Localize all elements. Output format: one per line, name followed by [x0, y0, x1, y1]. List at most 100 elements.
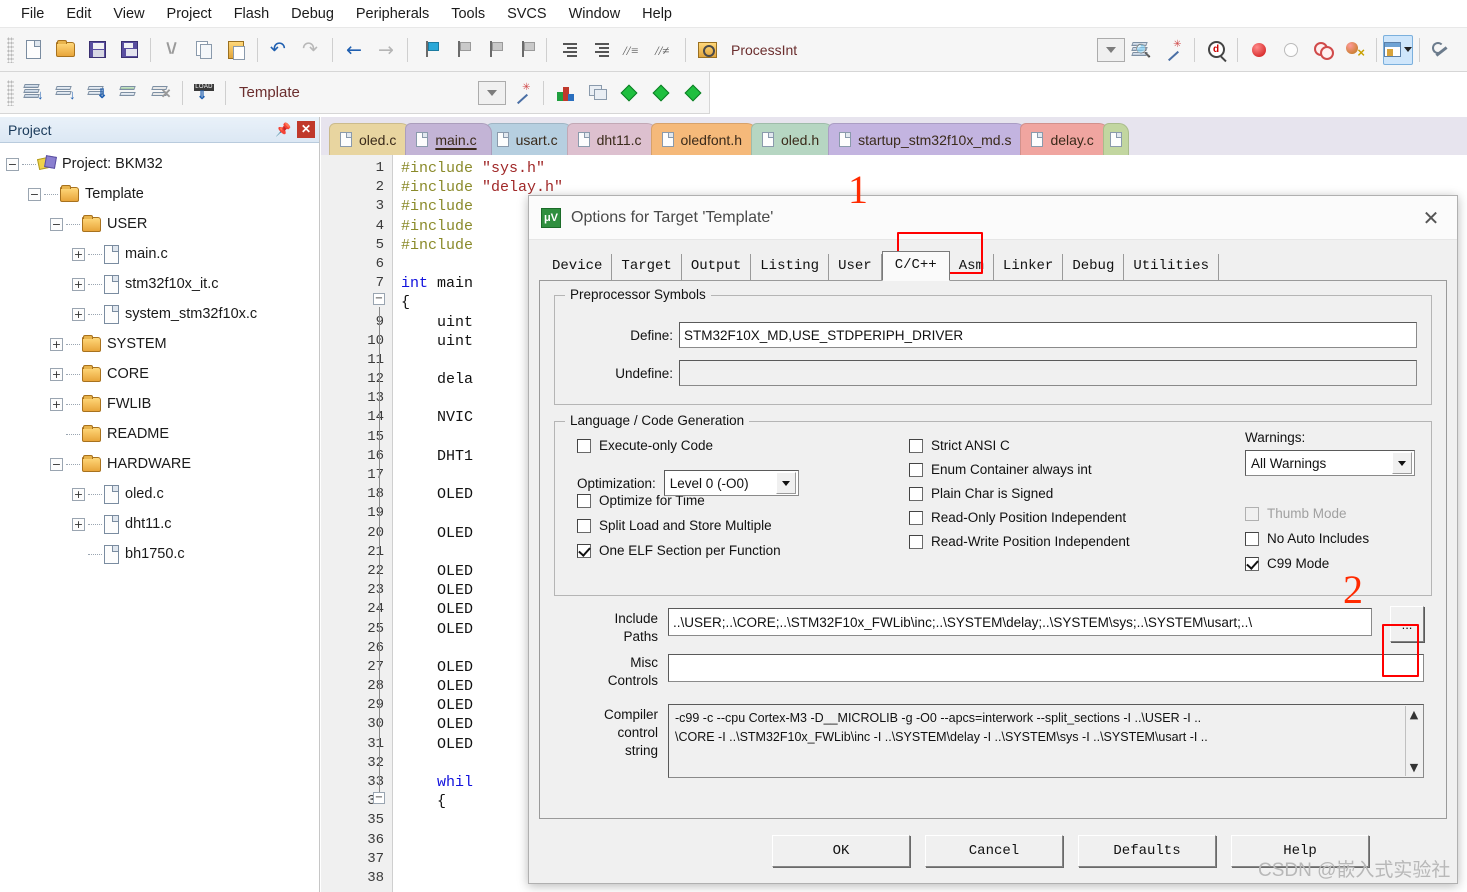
optimization-select[interactable]: Level 0 (-O0)	[663, 470, 799, 496]
checkbox-read-write-position-independent[interactable]: Read-Write Position Independent	[909, 534, 1219, 549]
define-input[interactable]: STM32F10X_MD,USE_STDPERIPH_DRIVER	[679, 322, 1417, 348]
editor-tab-oledfont-h[interactable]: oledfont.h	[650, 123, 757, 155]
dialog-tab-linker[interactable]: Linker	[993, 254, 1064, 280]
chevron-down-icon[interactable]	[775, 472, 796, 494]
options-wizard-icon[interactable]	[507, 78, 537, 108]
menu-item-window[interactable]: Window	[558, 3, 632, 25]
tree-item-system-stm32f10x-c[interactable]: + system_stm32f10x.c	[6, 299, 319, 329]
checkbox-no-auto-includes[interactable]: No Auto Includes	[1245, 531, 1445, 546]
open-project-icon[interactable]	[692, 35, 722, 65]
editor-tab-oled-c[interactable]: oled.c	[329, 123, 412, 155]
menu-item-project[interactable]: Project	[156, 3, 223, 25]
tree-item-template[interactable]: − Template	[6, 179, 319, 209]
checkbox-execute-only-code[interactable]: Execute-only Code	[577, 438, 867, 453]
menu-item-flash[interactable]: Flash	[223, 3, 280, 25]
cut-icon[interactable]	[157, 35, 187, 65]
fold-toggle[interactable]: −	[373, 792, 385, 804]
open-file-icon[interactable]	[50, 35, 80, 65]
copy-icon[interactable]	[189, 35, 219, 65]
zoom-icon[interactable]: d	[1201, 35, 1231, 65]
compiler-scrollbar[interactable]: ▲ ▼	[1405, 706, 1422, 776]
manage-runtime-icon[interactable]	[550, 78, 580, 108]
tree-item-main-c[interactable]: + main.c	[6, 239, 319, 269]
clear-bookmarks-icon[interactable]	[510, 35, 540, 65]
tree-item-readme[interactable]: README	[6, 419, 319, 449]
insert-bookmark-icon[interactable]	[1158, 35, 1188, 65]
outdent-icon[interactable]	[585, 35, 615, 65]
batch-build-icon[interactable]	[114, 78, 144, 108]
save-icon[interactable]	[82, 35, 112, 65]
menu-item-file[interactable]: File	[10, 3, 55, 25]
include-paths-input[interactable]: ..\USER;..\CORE;..\STM32F10x_FWLib\inc;.…	[668, 608, 1372, 636]
toolbar-grip[interactable]	[7, 79, 14, 106]
multi-project-icon[interactable]	[582, 78, 612, 108]
tree-expander[interactable]: +	[72, 487, 85, 501]
checkbox-strict-ansi-c[interactable]: Strict ANSI C	[909, 438, 1219, 453]
editor-tab-delay-c[interactable]: delay.c	[1020, 123, 1109, 155]
tree-expander[interactable]: +	[72, 277, 85, 291]
target-combo[interactable]	[478, 80, 506, 105]
tree-item-oled-c[interactable]: + oled.c	[6, 479, 319, 509]
undo-icon[interactable]: ↶	[264, 35, 294, 65]
menu-item-edit[interactable]: Edit	[55, 3, 102, 25]
tree-item-hardware[interactable]: − HARDWARE	[6, 449, 319, 479]
scroll-down-icon[interactable]: ▼	[1406, 759, 1422, 776]
gem-multi-icon[interactable]	[678, 78, 708, 108]
editor-tab-partial[interactable]	[1102, 123, 1129, 155]
save-all-icon[interactable]	[114, 35, 144, 65]
dialog-tab-c-c++[interactable]: C/C++	[881, 251, 950, 281]
toolbar-grip[interactable]	[7, 36, 14, 63]
dialog-tab-listing[interactable]: Listing	[751, 254, 830, 280]
tree-item-dht11-c[interactable]: + dht11.c	[6, 509, 319, 539]
tree-item-fwlib[interactable]: + FWLIB	[6, 389, 319, 419]
compiler-control-string-box[interactable]: -c99 -c --cpu Cortex-M3 -D__MICROLIB -g …	[668, 704, 1424, 778]
editor-tab-dht11-c[interactable]: dht11.c	[566, 123, 657, 155]
dialog-tab-target[interactable]: Target	[612, 254, 682, 280]
project-window-icon[interactable]	[1383, 34, 1413, 65]
pin-icon[interactable]: 📌	[275, 122, 291, 138]
menu-item-help[interactable]: Help	[631, 3, 683, 25]
menu-item-peripherals[interactable]: Peripherals	[345, 3, 440, 25]
editor-tab-usart-c[interactable]: usart.c	[485, 123, 573, 155]
undefine-input[interactable]	[679, 360, 1417, 386]
warnings-select[interactable]: All Warnings	[1245, 450, 1415, 476]
checkbox-enum-container-always-int[interactable]: Enum Container always int	[909, 462, 1219, 477]
tree-expander[interactable]: −	[28, 187, 41, 201]
cancel-button[interactable]: Cancel	[925, 835, 1063, 867]
menu-item-svcs[interactable]: SVCS	[496, 3, 558, 25]
scroll-up-icon[interactable]: ▲	[1406, 706, 1422, 723]
tree-expander[interactable]: +	[50, 397, 63, 411]
checkbox-one-elf-section-per-function[interactable]: One ELF Section per Function	[577, 543, 867, 558]
misc-controls-input[interactable]	[668, 654, 1424, 682]
close-icon[interactable]: ✕	[1409, 197, 1453, 239]
gem-white-icon[interactable]	[646, 78, 676, 108]
rebuild-icon[interactable]: ⇓	[82, 78, 112, 108]
stop-build-icon[interactable]: ✕	[146, 78, 176, 108]
toggle-breakpoints-icon[interactable]	[1308, 35, 1338, 65]
configure-icon[interactable]	[1426, 35, 1456, 65]
breakpoint-icon[interactable]	[1244, 35, 1274, 65]
build-icon[interactable]: ↓	[50, 78, 80, 108]
dialog-tab-user[interactable]: User	[829, 254, 882, 280]
dialog-tab-utilities[interactable]: Utilities	[1124, 254, 1219, 280]
checkbox-plain-char-is-signed[interactable]: Plain Char is Signed	[909, 486, 1219, 501]
navigate-forward-icon[interactable]: →	[371, 35, 401, 65]
editor-tab-oled-h[interactable]: oled.h	[751, 123, 835, 155]
tree-expander[interactable]: +	[50, 367, 63, 381]
navigate-back-icon[interactable]: ←	[339, 35, 369, 65]
tree-item-system[interactable]: + SYSTEM	[6, 329, 319, 359]
disable-breakpoint-icon[interactable]	[1276, 35, 1306, 65]
defaults-button[interactable]: Defaults	[1078, 835, 1216, 867]
dialog-tab-debug[interactable]: Debug	[1063, 254, 1125, 280]
download-icon[interactable]: LOAD ⇓	[189, 78, 219, 108]
tree-expander[interactable]: +	[72, 307, 85, 321]
fold-toggle[interactable]: −	[373, 293, 385, 305]
menu-item-view[interactable]: View	[102, 3, 155, 25]
redo-icon[interactable]: ↷	[296, 35, 326, 65]
tree-item-project-bkm32[interactable]: − Project: BKM32	[6, 149, 319, 179]
comment-icon[interactable]: //≡	[617, 35, 647, 65]
menu-item-debug[interactable]: Debug	[280, 3, 345, 25]
editor-tab-startup-stm32f10x-md-s[interactable]: startup_stm32f10x_md.s	[828, 123, 1027, 155]
checkbox-split-load-and-store-multiple[interactable]: Split Load and Store Multiple	[577, 518, 867, 533]
tree-expander[interactable]: +	[50, 337, 63, 351]
